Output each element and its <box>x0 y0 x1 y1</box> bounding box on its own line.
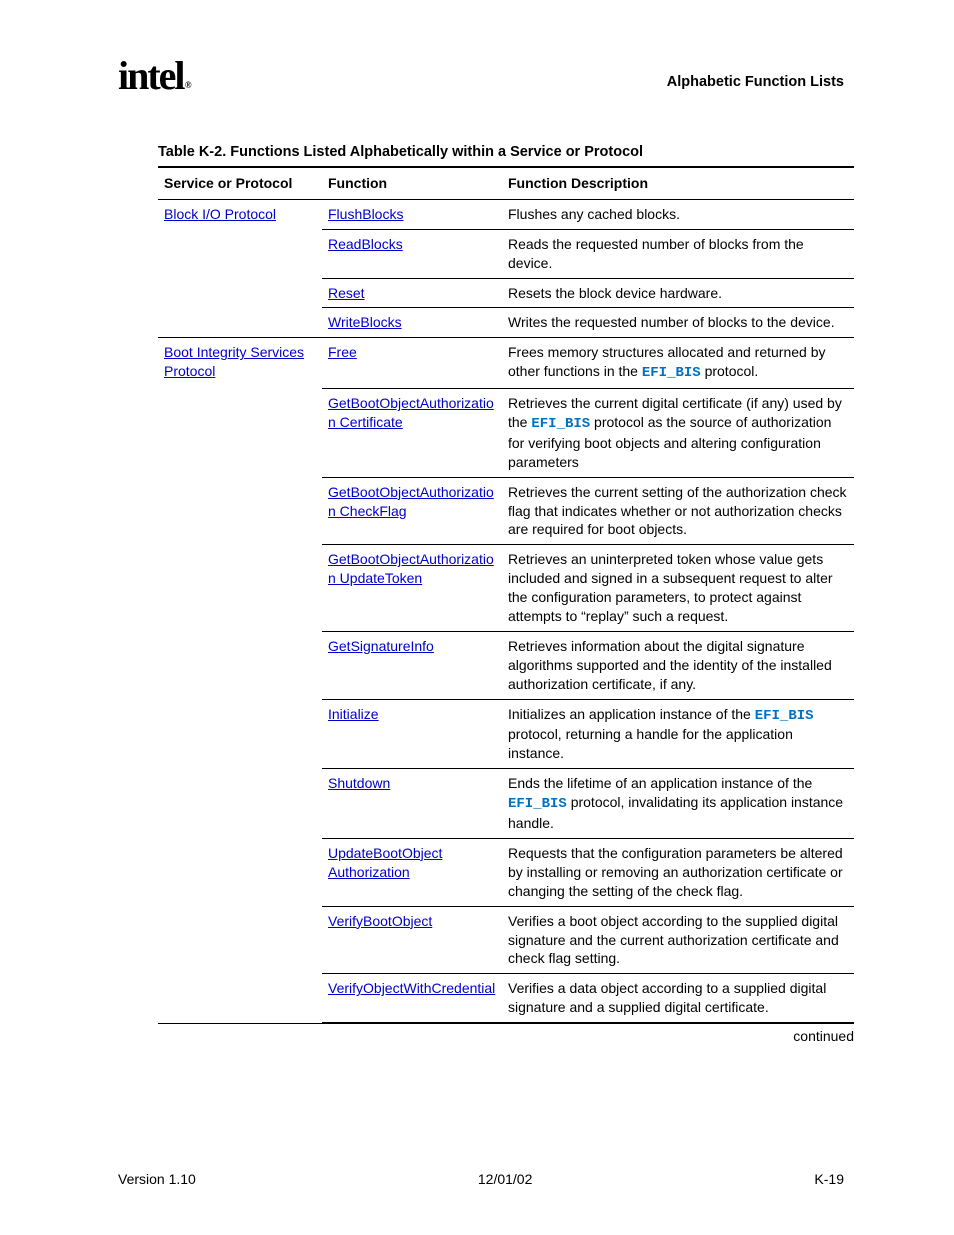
footer-page: K-19 <box>814 1171 844 1187</box>
description-cell: Verifies a data object according to a su… <box>502 974 854 1023</box>
function-link[interactable]: VerifyObjectWithCredential <box>328 980 495 996</box>
function-link[interactable]: UpdateBootObject Authorization <box>328 845 442 880</box>
function-cell: FlushBlocks <box>322 199 502 229</box>
function-link[interactable]: Initialize <box>328 706 379 722</box>
section-title: Alphabetic Function Lists <box>184 56 844 90</box>
description-cell: Resets the block device hardware. <box>502 278 854 308</box>
description-cell: Retrieves information about the digital … <box>502 631 854 699</box>
continued-label: continued <box>118 1028 854 1044</box>
function-cell: GetSignatureInfo <box>322 631 502 699</box>
code-token: EFI_BIS <box>642 365 701 381</box>
footer-version: Version 1.10 <box>118 1171 196 1187</box>
description-cell: Initializes an application instance of t… <box>502 699 854 769</box>
table-row: Block I/O Protocol FlushBlocks Flushes any… <box>158 199 854 229</box>
description-cell: Verifies a boot object according to the … <box>502 906 854 974</box>
function-link[interactable]: Reset <box>328 285 365 301</box>
description-cell: Ends the lifetime of an application inst… <box>502 769 854 839</box>
intel-logo: intel® <box>118 56 184 96</box>
function-link[interactable]: WriteBlocks <box>328 314 402 330</box>
function-cell: Free <box>322 338 502 389</box>
functions-table: Service or Protocol Function Function De… <box>158 166 854 1024</box>
function-link[interactable]: GetBootObjectAuthorization Certificate <box>328 395 494 430</box>
function-link[interactable]: GetSignatureInfo <box>328 638 434 654</box>
function-cell: VerifyObjectWithCredential <box>322 974 502 1023</box>
function-link[interactable]: VerifyBootObject <box>328 913 432 929</box>
service-link[interactable]: Block I/O Protocol <box>164 206 276 222</box>
function-cell: UpdateBootObject Authorization <box>322 838 502 906</box>
code-token: EFI_BIS <box>755 708 814 724</box>
function-cell: GetBootObjectAuthorization Certificate <box>322 389 502 478</box>
table-row: Boot Integrity Services Protocol Free Free… <box>158 338 854 389</box>
description-cell: Reads the requested number of blocks fro… <box>502 229 854 278</box>
function-link[interactable]: GetBootObjectAuthorization UpdateToken <box>328 551 494 586</box>
page-footer: Version 1.10 12/01/02 K-19 <box>118 1171 844 1187</box>
function-link[interactable]: Shutdown <box>328 775 390 791</box>
code-token: EFI_BIS <box>508 796 567 812</box>
function-cell: WriteBlocks <box>322 308 502 338</box>
code-token: EFI_BIS <box>531 416 590 432</box>
function-link[interactable]: FlushBlocks <box>328 206 403 222</box>
function-cell: Shutdown <box>322 769 502 839</box>
col-description: Function Description <box>502 167 854 199</box>
function-cell: Reset <box>322 278 502 308</box>
description-cell: Retrieves the current digital certificat… <box>502 389 854 478</box>
description-cell: Frees memory structures allocated and re… <box>502 338 854 389</box>
table-caption: Table K-2. Functions Listed Alphabetical… <box>158 144 844 160</box>
description-cell: Retrieves the current setting of the aut… <box>502 477 854 545</box>
service-cell: Block I/O Protocol <box>158 199 322 337</box>
description-cell: Flushes any cached blocks. <box>502 199 854 229</box>
function-cell: GetBootObjectAuthorization CheckFlag <box>322 477 502 545</box>
function-cell: VerifyBootObject <box>322 906 502 974</box>
function-cell: Initialize <box>322 699 502 769</box>
function-cell: GetBootObjectAuthorization UpdateToken <box>322 545 502 632</box>
function-cell: ReadBlocks <box>322 229 502 278</box>
function-link[interactable]: GetBootObjectAuthorization CheckFlag <box>328 484 494 519</box>
col-function: Function <box>322 167 502 199</box>
footer-date: 12/01/02 <box>196 1171 815 1187</box>
function-link[interactable]: Free <box>328 344 357 360</box>
function-link[interactable]: ReadBlocks <box>328 236 403 252</box>
service-link[interactable]: Boot Integrity Services Protocol <box>164 344 304 379</box>
description-cell: Retrieves an uninterpreted token whose v… <box>502 545 854 632</box>
col-service: Service or Protocol <box>158 167 322 199</box>
service-cell: Boot Integrity Services Protocol <box>158 338 322 1023</box>
table-header-row: Service or Protocol Function Function De… <box>158 167 854 199</box>
description-cell: Writes the requested number of blocks to… <box>502 308 854 338</box>
description-cell: Requests that the configuration paramete… <box>502 838 854 906</box>
